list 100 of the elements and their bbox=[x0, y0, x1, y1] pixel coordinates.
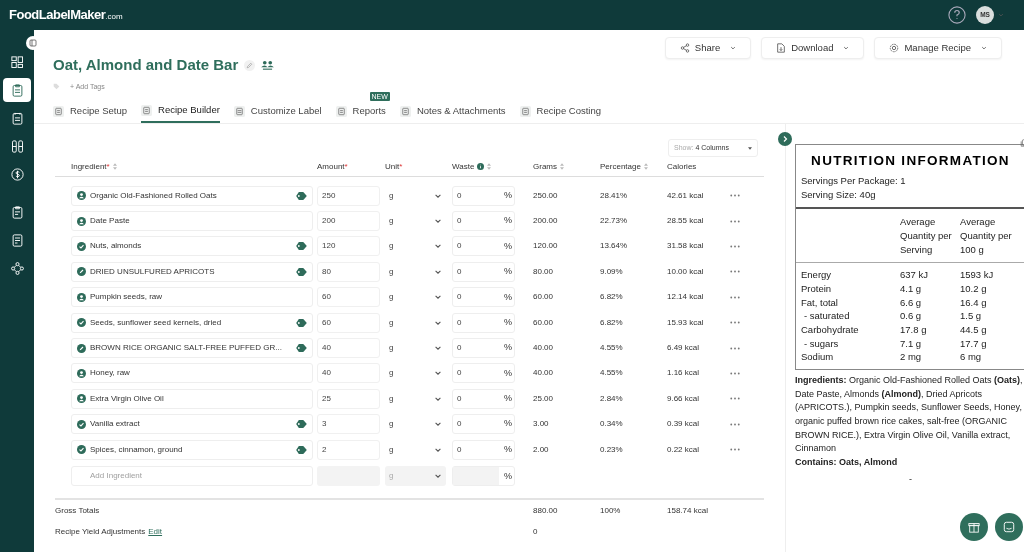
sidebar-item[interactable] bbox=[3, 78, 31, 102]
more-icon[interactable] bbox=[730, 422, 740, 426]
unit-select[interactable]: g bbox=[385, 211, 446, 232]
amount-field[interactable]: 3 bbox=[317, 414, 380, 435]
tags-icon[interactable] bbox=[296, 267, 307, 276]
ingredient-field[interactable]: Honey, raw bbox=[71, 363, 313, 384]
tags-icon[interactable] bbox=[296, 242, 307, 251]
unit-select[interactable]: g bbox=[385, 236, 446, 257]
more-icon[interactable] bbox=[730, 321, 740, 325]
info-icon[interactable] bbox=[477, 163, 485, 170]
ingredient-field[interactable]: Pumpkin seeds, raw bbox=[71, 287, 313, 308]
list-icon bbox=[9, 110, 25, 126]
waste-field[interactable]: 0 bbox=[457, 189, 462, 202]
amount-field[interactable]: 25 bbox=[317, 388, 380, 409]
ingredient-field[interactable]: BROWN RICE ORGANIC SALT-FREE PUFFED GR... bbox=[71, 338, 313, 359]
tab[interactable]: Reports bbox=[335, 100, 386, 123]
user-circle-icon bbox=[77, 216, 86, 226]
tab[interactable]: Notes & Attachments bbox=[399, 100, 506, 123]
document-icon bbox=[233, 106, 245, 117]
waste-field[interactable]: 0 bbox=[457, 316, 462, 329]
ingredient-field[interactable]: Seeds, sunflower seed kernels, dried bbox=[71, 312, 313, 333]
column-header: Calories bbox=[667, 160, 697, 173]
unit-select[interactable]: g bbox=[385, 388, 446, 409]
more-icon[interactable] bbox=[730, 270, 740, 274]
unit-select[interactable]: g bbox=[385, 338, 446, 359]
tab[interactable]: Recipe Setup bbox=[53, 100, 128, 123]
ingredient-field[interactable]: DRIED UNSULFURED APRICOTS bbox=[71, 261, 313, 282]
action-button[interactable]: Manage Recipe bbox=[874, 37, 1002, 59]
chevron-down-icon bbox=[843, 45, 850, 51]
logo[interactable]: FoodLabelMaker.com bbox=[9, 5, 123, 25]
ingredient-field[interactable]: Spices, cinnamon, ground bbox=[71, 439, 313, 460]
waste-field[interactable]: 0 bbox=[457, 418, 462, 431]
amount-field[interactable]: 60 bbox=[317, 287, 380, 308]
users-icon[interactable] bbox=[261, 59, 275, 71]
waste-field[interactable]: 0 bbox=[457, 291, 462, 304]
tags-icon[interactable] bbox=[296, 420, 307, 429]
percent-unit: % bbox=[504, 417, 512, 431]
ingredient-field[interactable]: Nuts, almonds bbox=[71, 236, 313, 257]
more-icon[interactable] bbox=[730, 371, 740, 375]
chat-icon bbox=[1003, 521, 1015, 533]
tab[interactable]: Recipe Costing bbox=[519, 100, 601, 123]
amount-field[interactable]: 2 bbox=[317, 439, 380, 460]
nutrient-value: 17.8 g bbox=[900, 323, 928, 337]
waste-field[interactable]: 0 bbox=[457, 342, 462, 355]
unit-select[interactable]: g bbox=[385, 261, 446, 282]
gift-button[interactable] bbox=[960, 513, 988, 541]
ingredient-field[interactable]: Organic Old-Fashioned Rolled Oats bbox=[71, 185, 313, 206]
table-cell-text: 120.00 bbox=[533, 240, 559, 253]
amount-field[interactable]: 250 bbox=[317, 185, 380, 206]
table-cell-text: 60.00 bbox=[533, 316, 555, 329]
amount-field[interactable]: 120 bbox=[317, 236, 380, 257]
percent-unit: % bbox=[504, 315, 512, 329]
help-icon[interactable] bbox=[948, 6, 966, 24]
unit-select[interactable]: g bbox=[385, 439, 446, 460]
chevron-down-icon bbox=[434, 344, 442, 353]
table-cell-text: 40.00 bbox=[533, 342, 555, 355]
unit-select[interactable]: g bbox=[385, 287, 446, 308]
more-icon[interactable] bbox=[730, 295, 740, 299]
edit-link[interactable]: Edit bbox=[148, 525, 163, 538]
tab[interactable]: Customize Label bbox=[233, 100, 322, 123]
more-icon[interactable] bbox=[730, 448, 740, 452]
more-icon[interactable] bbox=[730, 397, 740, 401]
waste-field[interactable]: 0 bbox=[457, 367, 462, 380]
table-cell-text: 40.00 bbox=[533, 367, 555, 380]
more-icon[interactable] bbox=[730, 194, 740, 198]
more-icon[interactable] bbox=[730, 346, 740, 350]
tags-icon[interactable] bbox=[296, 445, 307, 454]
waste-field[interactable]: 0 bbox=[457, 240, 462, 253]
amount-field[interactable]: 40 bbox=[317, 363, 380, 384]
tags-icon[interactable] bbox=[296, 191, 307, 200]
action-button[interactable]: Share bbox=[664, 37, 752, 59]
tags-icon[interactable] bbox=[296, 318, 307, 327]
action-button[interactable]: Download bbox=[761, 37, 865, 59]
settings-icon bbox=[889, 43, 900, 53]
waste-field[interactable]: 0 bbox=[457, 265, 462, 278]
tab[interactable]: Recipe Builder bbox=[141, 100, 220, 123]
unit-select[interactable]: g bbox=[385, 185, 446, 206]
unit-select[interactable]: g bbox=[385, 414, 446, 435]
unit-select[interactable]: g bbox=[385, 363, 446, 384]
unit-select[interactable]: g bbox=[385, 312, 446, 333]
chat-button[interactable] bbox=[995, 513, 1023, 541]
check-circle-icon bbox=[77, 241, 86, 251]
ingredient-field[interactable]: Date Paste bbox=[71, 211, 313, 232]
collapse-sidebar-icon[interactable] bbox=[26, 36, 40, 50]
more-icon[interactable] bbox=[730, 219, 740, 223]
amount-field[interactable]: 40 bbox=[317, 338, 380, 359]
expand-panel-icon[interactable] bbox=[778, 132, 792, 146]
nutrient-name: - saturated bbox=[803, 309, 851, 324]
waste-field[interactable]: 0 bbox=[457, 392, 462, 405]
waste-field[interactable]: 0 bbox=[457, 215, 462, 228]
amount-field[interactable]: 60 bbox=[317, 312, 380, 333]
table-cell-text: 42.61 kcal bbox=[667, 189, 705, 202]
amount-field[interactable]: 200 bbox=[317, 211, 380, 232]
waste-field[interactable]: 0 bbox=[457, 443, 462, 456]
ingredient-field[interactable]: Vanilla extract bbox=[71, 414, 313, 435]
table-cell-text: 28.41% bbox=[600, 189, 629, 202]
ingredient-field[interactable]: Extra Virgin Olive Oil bbox=[71, 388, 313, 409]
amount-field[interactable]: 80 bbox=[317, 261, 380, 282]
more-icon[interactable] bbox=[730, 244, 740, 248]
tags-icon[interactable] bbox=[296, 344, 307, 353]
